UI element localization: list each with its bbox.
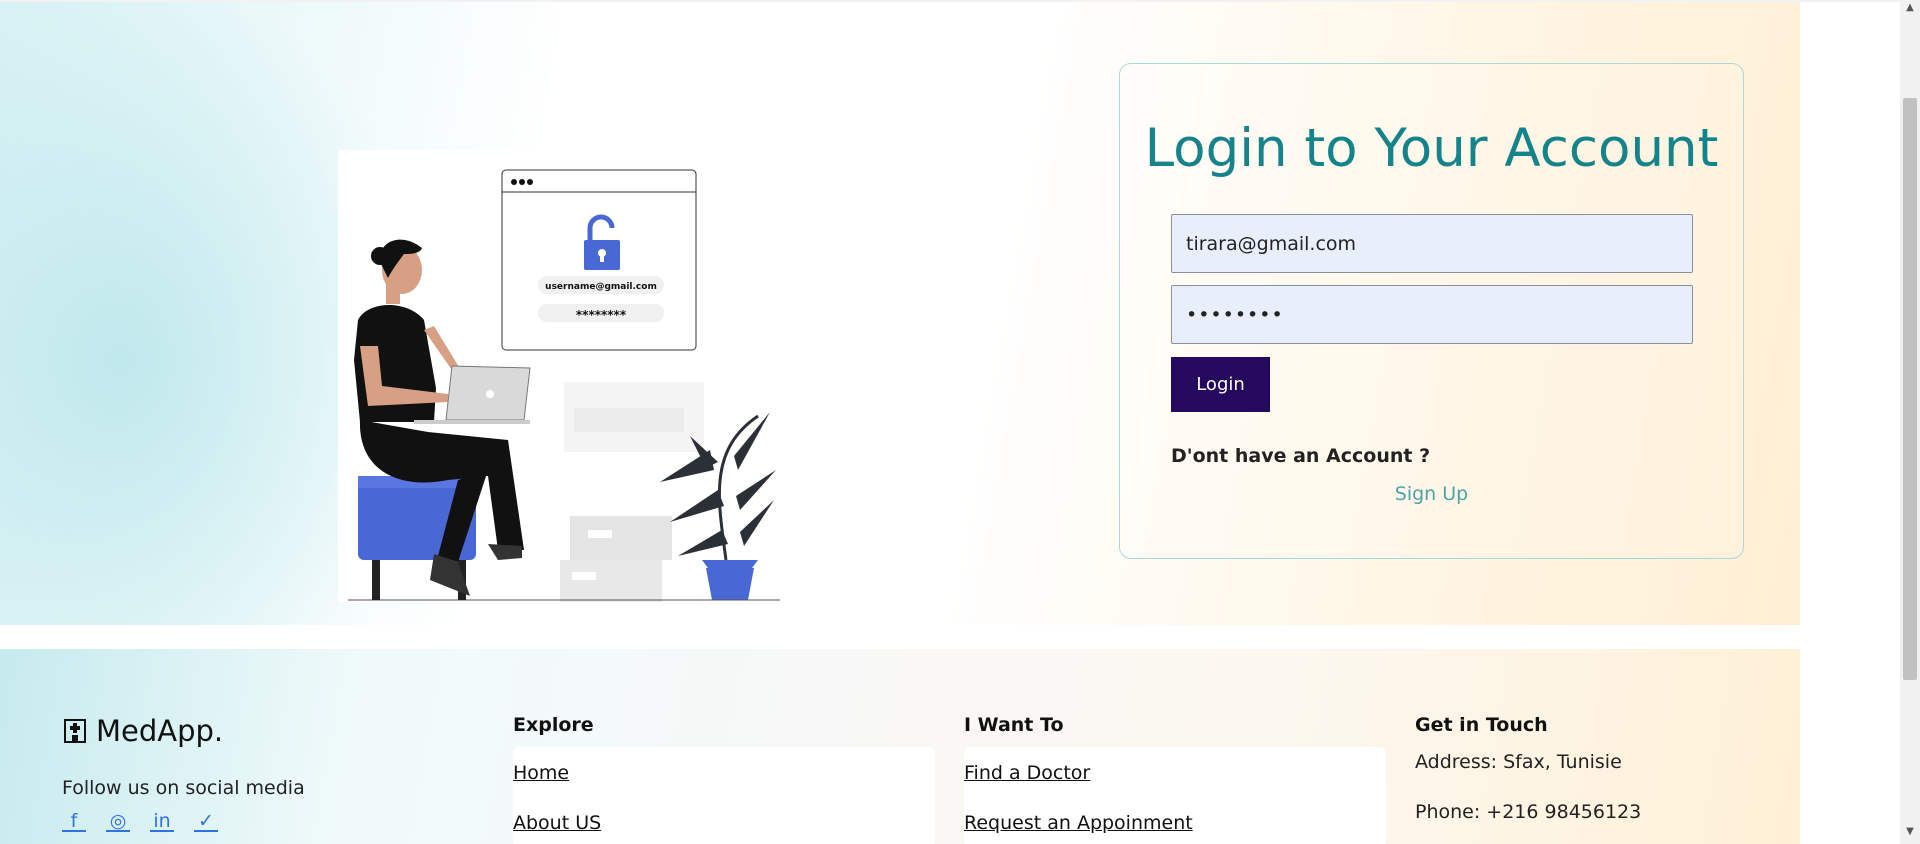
facebook-icon[interactable]: f: [62, 810, 86, 832]
login-card: Login to Your Account tirara@gmail.com •…: [1119, 63, 1744, 559]
phone-text: Phone: +216 98456123: [1415, 801, 1642, 823]
signup-link[interactable]: Sign Up: [1120, 483, 1743, 505]
page: username@gmail.com ******** Login to You…: [0, 0, 1920, 844]
footer-brand[interactable]: MedApp.: [62, 714, 223, 748]
no-account-text: D'ont have an Account ?: [1171, 445, 1431, 467]
instagram-icon[interactable]: ◎: [106, 810, 130, 832]
login-title: Login to Your Account: [1144, 118, 1719, 179]
scroll-down-arrow-icon[interactable]: ▼: [1900, 826, 1920, 842]
find-doctor-link[interactable]: Find a Doctor: [964, 762, 1090, 784]
scroll-up-arrow-icon[interactable]: ▲: [1900, 2, 1920, 18]
get-in-touch-title: Get in Touch: [1415, 714, 1548, 736]
i-want-to-title: I Want To: [964, 714, 1064, 736]
about-us-link[interactable]: About US: [513, 812, 601, 834]
address-text: Address: Sfax, Tunisie: [1415, 751, 1622, 773]
hospital-icon: [64, 719, 86, 743]
password-field[interactable]: ••••••••: [1171, 285, 1693, 344]
scroll-thumb[interactable]: [1903, 98, 1917, 680]
explore-title: Explore: [513, 714, 594, 736]
brand-name: MedApp.: [96, 714, 224, 748]
footer: MedApp. Follow us on social media f ◎ in…: [0, 649, 1800, 844]
linkedin-icon[interactable]: in: [150, 810, 174, 832]
request-appointment-link[interactable]: Request an Appoinment: [964, 812, 1193, 834]
login-illustration: username@gmail.com ********: [338, 150, 780, 602]
top-divider: [0, 0, 1920, 2]
illustration-username-text: username@gmail.com: [545, 282, 657, 292]
hero-section: username@gmail.com ******** Login to You…: [0, 0, 1920, 625]
twitter-icon[interactable]: ✓: [194, 810, 218, 832]
login-button[interactable]: Login: [1171, 357, 1270, 412]
illustration-password-text: ********: [576, 308, 627, 322]
vertical-scrollbar[interactable]: ▲ ▼: [1900, 0, 1920, 844]
home-link[interactable]: Home: [513, 762, 569, 784]
follow-text: Follow us on social media: [62, 777, 305, 799]
email-field[interactable]: tirara@gmail.com: [1171, 214, 1693, 273]
social-links: f ◎ in ✓: [62, 810, 218, 832]
